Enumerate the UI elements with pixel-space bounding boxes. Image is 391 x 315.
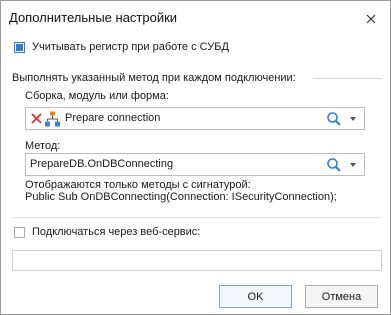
web-service-label: Подключаться через веб-сервис: bbox=[32, 226, 201, 238]
clear-icon[interactable] bbox=[30, 112, 43, 125]
case-sensitive-label: Учитывать регистр при работе с СУБД bbox=[32, 41, 229, 53]
method-value: PrepareDB.OnDBConnecting bbox=[30, 158, 174, 170]
chevron-down-icon[interactable] bbox=[350, 117, 356, 121]
web-service-checkbox[interactable] bbox=[14, 227, 25, 238]
dialog-title: Дополнительные настройки bbox=[9, 10, 178, 25]
method-label: Метод: bbox=[25, 140, 61, 152]
web-service-input[interactable] bbox=[12, 250, 382, 271]
case-sensitive-checkbox[interactable] bbox=[14, 42, 25, 53]
ok-button[interactable]: OK bbox=[219, 285, 292, 308]
assembly-combo[interactable]: Prepare connection bbox=[25, 107, 365, 130]
tree-structure-icon bbox=[45, 111, 60, 127]
signature-note-line2: Public Sub OnDBConnecting(Connection: IS… bbox=[25, 191, 337, 203]
signature-note-line1: Отображаются только методы с сигнатурой: bbox=[25, 179, 251, 191]
on-connect-group-header: Выполнять указанный метод при каждом под… bbox=[12, 72, 296, 84]
close-button[interactable] bbox=[359, 9, 383, 29]
section-divider bbox=[12, 217, 382, 218]
settings-dialog: Дополнительные настройки Учитывать регис… bbox=[0, 0, 391, 315]
chevron-down-icon[interactable] bbox=[350, 163, 356, 167]
group-divider bbox=[313, 78, 382, 79]
assembly-value: Prepare connection bbox=[65, 112, 161, 124]
cancel-button[interactable]: Отмена bbox=[305, 285, 378, 308]
title-bar: Дополнительные настройки bbox=[1, 1, 390, 35]
assembly-label: Сборка, модуль или форма: bbox=[25, 90, 169, 102]
search-icon[interactable] bbox=[326, 111, 342, 127]
search-icon[interactable] bbox=[326, 157, 342, 173]
close-icon bbox=[366, 14, 376, 24]
method-combo[interactable]: PrepareDB.OnDBConnecting bbox=[25, 153, 365, 176]
